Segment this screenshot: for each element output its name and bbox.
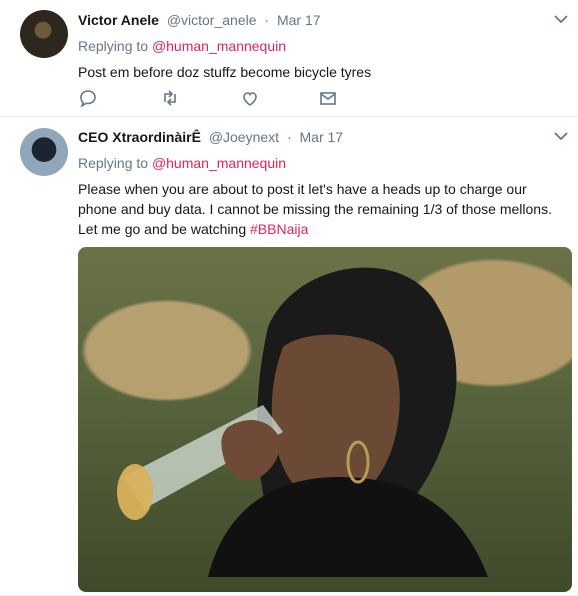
- chevron-down-icon[interactable]: [554, 14, 568, 24]
- avatar[interactable]: [20, 10, 68, 58]
- display-name[interactable]: Victor Anele: [78, 12, 159, 28]
- tweet-body: CEO XtraordinàirÊ @Joeynext · Mar 17 Rep…: [78, 127, 564, 239]
- tweet-ceo-xtraordinaire[interactable]: CEO XtraordinàirÊ @Joeynext · Mar 17 Rep…: [0, 117, 578, 596]
- tweet-header: Victor Anele @victor_anele · Mar 17: [78, 10, 564, 30]
- tweet-text: Please when you are about to post it let…: [78, 179, 564, 239]
- handle[interactable]: @victor_anele: [167, 12, 257, 28]
- tweet-victor-anele[interactable]: Victor Anele @victor_anele · Mar 17 Repl…: [0, 0, 578, 117]
- chevron-down-icon[interactable]: [554, 131, 568, 141]
- replying-to: Replying to @human_mannequin: [78, 153, 564, 173]
- reply-icon[interactable]: [78, 88, 98, 108]
- hashtag-link[interactable]: #BBNaija: [250, 221, 308, 237]
- tweet-date[interactable]: Mar 17: [300, 129, 344, 145]
- mention-link[interactable]: @human_mannequin: [152, 155, 286, 171]
- tweet-date[interactable]: Mar 17: [277, 12, 321, 28]
- replying-to-label: Replying to: [78, 155, 149, 171]
- separator: ·: [286, 129, 292, 145]
- mail-icon[interactable]: [318, 88, 338, 108]
- avatar[interactable]: [20, 128, 68, 176]
- retweet-icon[interactable]: [160, 88, 180, 108]
- tweet-media-image[interactable]: [78, 247, 572, 592]
- replying-to-label: Replying to: [78, 38, 149, 54]
- tweet-header: CEO XtraordinàirÊ @Joeynext · Mar 17: [78, 127, 564, 147]
- tweet-body: Victor Anele @victor_anele · Mar 17 Repl…: [78, 10, 564, 82]
- tweet-actions: [78, 88, 358, 108]
- display-name[interactable]: CEO XtraordinàirÊ: [78, 129, 201, 145]
- replying-to: Replying to @human_mannequin: [78, 36, 564, 56]
- heart-icon[interactable]: [240, 88, 260, 108]
- mention-link[interactable]: @human_mannequin: [152, 38, 286, 54]
- handle[interactable]: @Joeynext: [209, 129, 279, 145]
- separator: ·: [264, 12, 270, 28]
- tweet-text: Post em before doz stuffz become bicycle…: [78, 64, 372, 80]
- tweet-text-main: Please when you are about to post it let…: [78, 181, 552, 237]
